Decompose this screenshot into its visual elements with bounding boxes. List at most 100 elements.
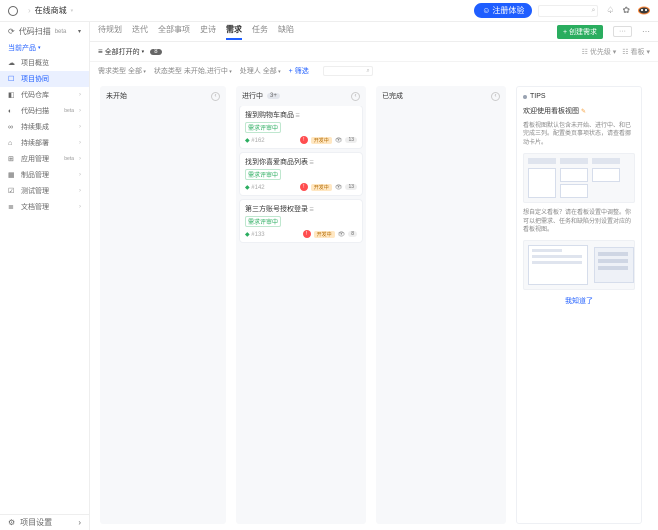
column-collapse-icon[interactable]: ‹: [491, 92, 500, 101]
add-filter[interactable]: + 筛选: [289, 66, 309, 76]
tab-5[interactable]: 任务: [252, 24, 268, 40]
sidebar-item-icon: ◐: [8, 108, 16, 115]
priority-icon: !: [303, 230, 311, 238]
sidebar-item-3[interactable]: ◐ 代码扫描 beta ›: [0, 103, 89, 119]
kanban-column-0: 未开始 ‹: [100, 86, 226, 524]
tips-paragraph: 看板视图默认包含未开始、进行中、和已完成三列。配置类页事项状态，请查看挪动卡片。: [523, 122, 635, 147]
filter-status[interactable]: 状态类型 未开始,进行中: [154, 66, 232, 76]
sidebar-item-icon: ▦: [8, 171, 16, 179]
pencil-icon: ✎: [581, 108, 586, 115]
tabs-bar: 待规划迭代全部事项史诗需求任务缺陷 + 创建需求 ··· ⋯: [90, 22, 658, 42]
card-stage-badge: 需求评审中: [245, 216, 281, 227]
sidebar-item-icon: ⌂: [8, 140, 16, 147]
tips-welcome: 欢迎使用看板视图✎: [523, 106, 635, 116]
sidebar-item-5[interactable]: ⌂ 持续部署 ›: [0, 135, 89, 151]
sidebar-item-9[interactable]: ≣ 文档管理 ›: [0, 199, 89, 215]
sidebar-item-label: 文档管理: [21, 202, 74, 212]
column-title: 已完成: [382, 91, 403, 101]
tab-4[interactable]: 需求: [226, 24, 242, 40]
search-input[interactable]: ⌕: [323, 66, 373, 76]
create-button[interactable]: + 创建需求: [557, 25, 603, 39]
gear-icon[interactable]: ✿: [622, 5, 630, 16]
tips-illustration-2: [523, 240, 635, 290]
status-badge: 开发中: [314, 231, 335, 238]
filter-title[interactable]: 全部打开的 ▾: [98, 47, 144, 57]
tab-1[interactable]: 迭代: [132, 24, 148, 40]
bell-icon[interactable]: ♤: [606, 5, 614, 16]
sidebar-item-label: 持续集成: [21, 122, 74, 132]
kanban-column-1: 进行中 3+ ‹ 搜到购物车商品 需求评审中 #162 ! 开发中 👁 13 找…: [236, 86, 366, 524]
sidebar-item-label: 代码扫描: [21, 106, 59, 116]
card-number-badge: 13: [345, 137, 357, 143]
dropdown-chevron[interactable]: ▾: [71, 8, 74, 14]
column-collapse-icon[interactable]: ‹: [351, 92, 360, 101]
tab-2[interactable]: 全部事项: [158, 24, 190, 40]
watch-icon[interactable]: 👁: [335, 184, 343, 191]
column-collapse-icon[interactable]: ‹: [211, 92, 220, 101]
sidebar-footer-settings[interactable]: ⚙ 项目设置 ›: [0, 514, 89, 530]
card-id: #162: [245, 137, 265, 144]
tips-paragraph-2: 想自定义看板？请在看板设置中调整。你可以把需求、任务和缺陷分别设置对应的看板视图…: [523, 209, 635, 234]
sidebar-product-selector[interactable]: 当前产品: [0, 41, 89, 55]
column-count: 3+: [267, 93, 280, 99]
column-title: 未开始: [106, 91, 127, 101]
filter-type[interactable]: 需求类型 全部: [98, 66, 146, 76]
sidebar-item-8[interactable]: ☑ 测试管理 ›: [0, 183, 89, 199]
sidebar-item-7[interactable]: ▦ 制品管理 ›: [0, 167, 89, 183]
filter-assignee[interactable]: 处理人 全部: [240, 66, 281, 76]
sidebar-item-icon: ∞: [8, 124, 16, 131]
avatar[interactable]: [638, 6, 650, 15]
sidebar-item-icon: ☁: [8, 59, 16, 67]
kanban-card[interactable]: 第三方账号授权登录 需求评审中 #133 ! 开发中 👁 8: [240, 200, 362, 242]
secondary-filter-bar: 需求类型 全部 状态类型 未开始,进行中 处理人 全部 + 筛选 ⌕: [90, 62, 658, 80]
tab-0[interactable]: 待规划: [98, 24, 122, 40]
card-title: 第三方账号授权登录: [245, 204, 357, 214]
sidebar-item-0[interactable]: ☁ 项目概览: [0, 55, 89, 71]
tab-6[interactable]: 缺陷: [278, 24, 294, 40]
tips-panel: TIPS 欢迎使用看板视图✎ 看板视图默认包含未开始、进行中、和已完成三列。配置…: [516, 86, 642, 524]
view-selector[interactable]: ···: [613, 26, 632, 37]
sidebar-item-icon: ≣: [8, 203, 16, 211]
card-title: 搜到购物车商品: [245, 110, 357, 120]
tips-header: TIPS: [530, 93, 546, 100]
global-search-input[interactable]: ⌕: [538, 5, 598, 17]
feedback-button[interactable]: 注册体验: [474, 3, 532, 18]
kanban-board: 未开始 ‹ 进行中 3+ ‹ 搜到购物车商品 需求评审中 #162 ! 开发中 …: [90, 80, 658, 530]
watch-icon[interactable]: 👁: [338, 231, 346, 238]
card-title: 找到你喜爱商品列表: [245, 157, 357, 167]
sidebar-item-6[interactable]: ⊞ 应用管理 beta ›: [0, 151, 89, 167]
sidebar-item-icon: ⊞: [8, 155, 16, 163]
product-name[interactable]: 在线商城: [35, 5, 67, 16]
sidebar-item-1[interactable]: ☐ 项目协同: [0, 71, 89, 87]
card-stage-badge: 需求评审中: [245, 122, 281, 133]
watch-icon[interactable]: 👁: [335, 137, 343, 144]
status-badge: 开发中: [311, 137, 332, 144]
card-number-badge: 8: [348, 231, 357, 237]
filter-bar: 全部打开的 ▾ 8 优先级 ▾ 看板 ▾: [90, 42, 658, 62]
column-title: 进行中: [242, 91, 263, 101]
filter-count-badge: 8: [150, 49, 161, 55]
more-icon[interactable]: ⋯: [642, 27, 650, 36]
sidebar-item-label: 测试管理: [21, 186, 74, 196]
card-number-badge: 13: [345, 184, 357, 190]
tab-3[interactable]: 史诗: [200, 24, 216, 40]
sidebar-root[interactable]: ⟳ 代码扫描 beta ▾: [0, 22, 89, 41]
sidebar-item-label: 项目协同: [21, 74, 81, 84]
sidebar-item-label: 应用管理: [21, 154, 59, 164]
tips-illustration: [523, 153, 635, 203]
tips-dismiss-link[interactable]: 我知道了: [523, 296, 635, 306]
sort-selector[interactable]: 优先级 ▾: [582, 47, 617, 57]
sidebar-item-label: 代码仓库: [21, 90, 74, 100]
sidebar-item-label: 持续部署: [21, 138, 74, 148]
view-mode-selector[interactable]: 看板 ▾: [622, 47, 650, 57]
priority-icon: !: [300, 183, 308, 191]
sidebar-item-icon: ◧: [8, 91, 16, 99]
kanban-card[interactable]: 搜到购物车商品 需求评审中 #162 ! 开发中 👁 13: [240, 106, 362, 148]
sidebar-item-2[interactable]: ◧ 代码仓库 ›: [0, 87, 89, 103]
kanban-column-2: 已完成 ‹: [376, 86, 506, 524]
card-id: #133: [245, 231, 265, 238]
kanban-card[interactable]: 找到你喜爱商品列表 需求评审中 #142 ! 开发中 👁 13: [240, 153, 362, 195]
logo-icon: [8, 6, 18, 16]
sidebar-item-4[interactable]: ∞ 持续集成 ›: [0, 119, 89, 135]
sidebar-item-icon: ☑: [8, 187, 16, 195]
